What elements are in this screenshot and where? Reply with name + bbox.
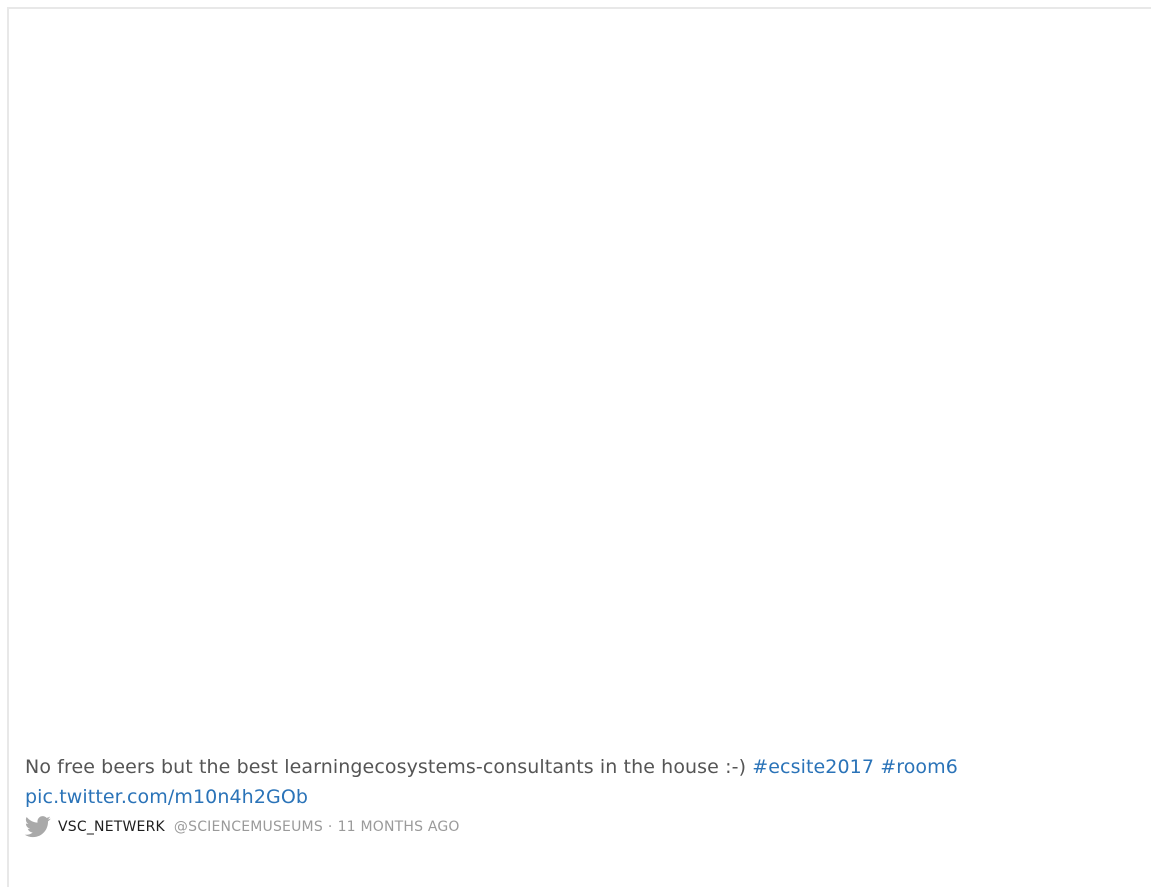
tweet-timestamp[interactable]: 11 MONTHS AGO — [338, 819, 460, 835]
tweet-media-area[interactable] — [9, 9, 1151, 744]
twitter-bird-icon — [24, 816, 52, 838]
tweet-pic-link[interactable]: pic.twitter.com/m10n4h2GOb — [25, 786, 308, 808]
hashtag-room6[interactable]: #room6 — [880, 756, 958, 778]
tweet-card: No free beers but the best learningecosy… — [7, 7, 1151, 887]
hashtag-ecsite2017[interactable]: #ecsite2017 — [752, 756, 874, 778]
tweet-body-text: No free beers but the best learningecosy… — [25, 756, 753, 778]
tweet-username[interactable]: VSC_NETWERK — [58, 819, 165, 835]
tweet-text: No free beers but the best learningecosy… — [25, 752, 1135, 812]
tweet-meta: VSC_NETWERK @SCIENCEMUSEUMS · 11 MONTHS … — [24, 815, 460, 839]
tweet-handle[interactable]: @SCIENCEMUSEUMS — [174, 819, 323, 835]
meta-separator: · — [327, 819, 333, 835]
